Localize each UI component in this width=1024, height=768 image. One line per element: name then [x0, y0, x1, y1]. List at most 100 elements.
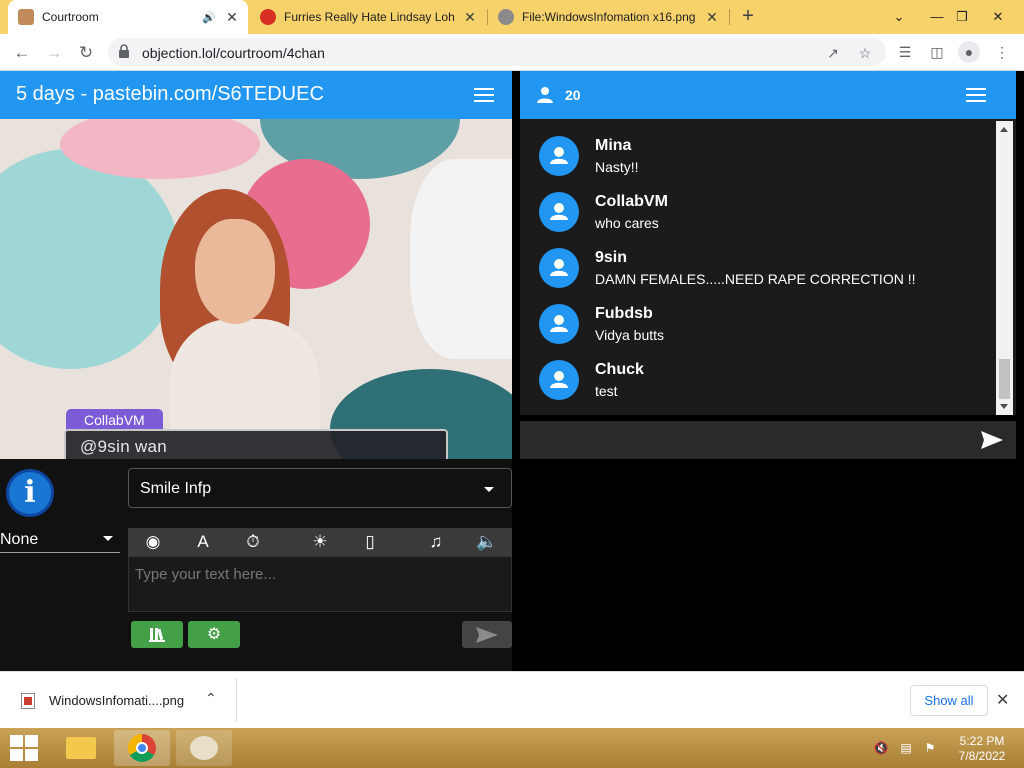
pose-select[interactable]: None	[0, 525, 120, 553]
lock-icon	[119, 44, 129, 58]
character-face	[195, 219, 275, 324]
browser-toolbar: ← → ↻ objection.lol/courtroom/4chan ↗ ☆ …	[0, 34, 1024, 71]
message-placeholder: Type your text here...	[135, 566, 276, 583]
close-icon[interactable]: ✕	[996, 690, 1009, 710]
close-tab-icon[interactable]: ✕	[462, 9, 478, 26]
clock-date: 7/8/2022	[958, 749, 1006, 763]
user-icon	[550, 259, 568, 276]
send-icon[interactable]	[980, 430, 1004, 450]
show-all-button[interactable]: Show all	[910, 685, 988, 716]
action-center-icon[interactable]: ⚑	[922, 741, 938, 755]
file-explorer-button[interactable]	[54, 730, 110, 766]
tab-courtroom[interactable]: Courtroom 🔊 ✕	[8, 0, 248, 34]
chat-text: Vidya butts	[595, 327, 665, 343]
url-text: objection.lol/courtroom/4chan	[142, 45, 325, 61]
chat-scrollbar[interactable]	[996, 121, 1013, 415]
character-select[interactable]: Smile Infp	[128, 468, 512, 508]
courtroom-header: 5 days - pastebin.com/S6TEDUEC	[0, 71, 512, 119]
courtroom-favicon-icon	[18, 9, 34, 25]
tab-file[interactable]: File:WindowsInfomation x16.png ✕	[488, 0, 728, 34]
image-file-icon	[21, 693, 35, 709]
tab-strip: Courtroom 🔊 ✕ Furries Really Hate Lindsa…	[0, 0, 1024, 34]
chat-text: test	[595, 383, 618, 399]
user-icon	[550, 203, 568, 220]
share-icon[interactable]: ↗	[824, 45, 842, 61]
close-tab-icon[interactable]: ✕	[224, 9, 240, 26]
chat-text: who cares	[595, 215, 659, 231]
flash-brightness-icon[interactable]: ☀	[308, 531, 332, 553]
paint-button[interactable]	[176, 730, 232, 766]
hamburger-menu-icon[interactable]	[966, 88, 986, 102]
send-message-button[interactable]	[462, 621, 512, 648]
scroll-thumb[interactable]	[999, 359, 1010, 399]
windows-start-icon[interactable]	[10, 735, 38, 761]
clock-time: 5:22 PM	[959, 734, 1005, 748]
backdrop-shape	[0, 149, 180, 369]
shake-vibrate-icon[interactable]: ▯	[358, 531, 382, 553]
speaker-nameplate: CollabVM	[66, 409, 163, 431]
forward-icon[interactable]: →	[41, 40, 67, 66]
tab-furries[interactable]: Furries Really Hate Lindsay Lohan ✕	[250, 0, 486, 34]
new-tab-icon[interactable]: +	[736, 5, 760, 29]
chat-message-list: Mina Nasty!! CollabVM who cares 9sin DAM…	[520, 119, 1016, 415]
dialogue-box: @9sin wan	[64, 429, 448, 459]
chevron-down-icon	[103, 536, 113, 541]
tab-search-chevron-icon[interactable]: ⌄	[879, 0, 919, 34]
volume-muted-icon[interactable]: 🔇	[873, 741, 889, 755]
user-icon	[550, 371, 568, 388]
profile-icon[interactable]: ●	[958, 41, 980, 63]
star-icon[interactable]: ☆	[856, 45, 874, 61]
gear-icon: ⚙	[206, 626, 222, 643]
avatar	[539, 360, 579, 400]
chat-text: Nasty!!	[595, 159, 639, 175]
hamburger-menu-icon[interactable]	[474, 88, 494, 102]
settings-button[interactable]: ⚙	[188, 621, 240, 648]
chrome-icon	[128, 734, 156, 762]
screen: Courtroom 🔊 ✕ Furries Really Hate Lindsa…	[0, 0, 1024, 768]
scroll-down-icon[interactable]	[1000, 404, 1008, 409]
side-panel-icon[interactable]: ◫	[926, 41, 948, 63]
back-icon[interactable]: ←	[9, 40, 35, 66]
info-button[interactable]: i	[6, 469, 54, 517]
tab-title: Courtroom	[42, 10, 99, 24]
sound-volume-icon[interactable]: 🔈	[475, 531, 499, 553]
courtroom-title: 5 days - pastebin.com/S6TEDUEC	[16, 83, 324, 105]
dialogue-text: @9sin wan	[80, 437, 168, 456]
address-bar[interactable]: objection.lol/courtroom/4chan ↗ ☆	[108, 38, 886, 66]
send-icon	[476, 627, 498, 643]
chrome-button[interactable]	[114, 730, 170, 766]
chat-text: DAMN FEMALES.....NEED RAPE CORRECTION !!	[595, 271, 916, 287]
evidence-button[interactable]	[131, 621, 183, 648]
reload-icon[interactable]: ↻	[73, 40, 99, 66]
speaker-icon: 🔊	[202, 11, 216, 24]
chat-username: Fubdsb	[595, 305, 653, 322]
close-tab-icon[interactable]: ✕	[704, 9, 720, 26]
pose-select-value: None	[0, 531, 39, 548]
user-icon	[550, 315, 568, 332]
chat-message: Chuck test	[520, 353, 996, 409]
text-color-icon[interactable]: A	[191, 531, 215, 553]
reading-list-icon[interactable]: ☰	[894, 41, 916, 63]
scroll-up-icon[interactable]	[1000, 127, 1008, 132]
taskbar: 🔇 ▤ ⚑ 5:22 PM 7/8/2022	[0, 728, 1024, 768]
restore-icon[interactable]: ❐	[942, 0, 982, 34]
music-note-icon[interactable]: ♫	[424, 531, 448, 553]
chat-input[interactable]	[520, 421, 1016, 459]
download-filename[interactable]: WindowsInfomati....png	[49, 693, 184, 708]
chat-message: Fubdsb Vidya butts	[520, 297, 996, 353]
chat-username: 9sin	[595, 249, 628, 266]
system-clock[interactable]: 5:22 PM 7/8/2022	[952, 734, 1012, 764]
chat-username: CollabVM	[595, 193, 668, 210]
close-window-icon[interactable]: ✕	[978, 0, 1018, 34]
chat-username: Chuck	[595, 361, 644, 378]
palette-icon[interactable]: ◉	[141, 531, 165, 553]
globe-icon	[498, 9, 514, 25]
network-icon[interactable]: ▤	[898, 741, 914, 755]
tab-title: File:WindowsInfomation x16.png	[522, 10, 696, 24]
chat-message: Mina Nasty!!	[520, 129, 996, 185]
timer-icon[interactable]: ⏱	[241, 531, 265, 553]
menu-dots-icon[interactable]: ⋮	[991, 41, 1013, 63]
chevron-up-icon[interactable]: ⌃	[205, 690, 217, 707]
message-textarea[interactable]: Type your text here...	[128, 556, 512, 612]
tab-separator	[729, 9, 730, 25]
